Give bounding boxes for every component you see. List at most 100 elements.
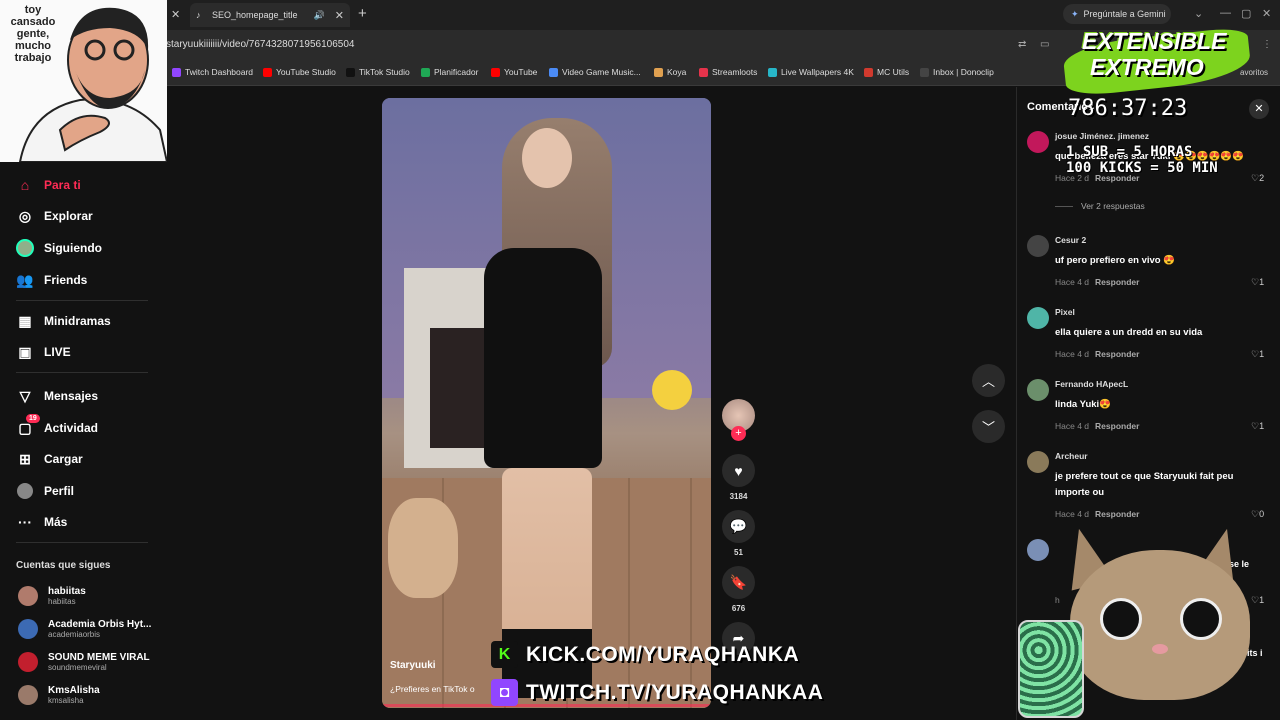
avatar[interactable] (1027, 235, 1049, 257)
nav-friends[interactable]: 👥 Friends (16, 271, 87, 289)
view-replies-button[interactable]: Ver 2 respuestas (1055, 201, 1145, 211)
tiktok-icon (346, 67, 355, 77)
followed-account[interactable]: KmsAlisha kmsalisha (18, 685, 100, 705)
reply-button[interactable]: Responder (1095, 509, 1139, 519)
comment-like[interactable]: ♡2 (1251, 173, 1264, 184)
comment-like[interactable]: ♡1 (1251, 421, 1264, 432)
account-handle: academiaorbis (48, 630, 101, 639)
bookmark-twitch-dashboard[interactable]: Twitch Dashboard (172, 67, 253, 77)
nav-cargar[interactable]: ⊞ Cargar (16, 450, 83, 468)
divider (16, 542, 148, 543)
bookmark-donoclip[interactable]: Inbox | Donoclip (920, 67, 994, 77)
inbox-icon (920, 67, 929, 77)
follow-plus-icon[interactable]: + (731, 426, 746, 441)
reply-button[interactable]: Responder (1095, 421, 1139, 431)
activity-badge: 19 (26, 414, 40, 423)
nav-label: Cargar (44, 452, 83, 466)
url-field[interactable]: staryuukiiiiiii/video/767432807195610650… (166, 39, 354, 50)
comment-user[interactable]: Pixel (1055, 307, 1075, 317)
reply-button[interactable]: Responder (1095, 349, 1139, 359)
gemini-button[interactable]: ✦ Pregúntale a Gemini (1063, 4, 1171, 24)
bookmark-koya[interactable]: Koya (654, 67, 686, 77)
comment-user[interactable]: Fernando HApecL (1055, 379, 1128, 389)
nav-perfil[interactable]: Perfil (16, 482, 74, 500)
close-window-icon[interactable]: ✕ (1262, 7, 1271, 20)
account-handle: habiitas (48, 597, 76, 606)
new-tab-icon[interactable]: + (358, 5, 367, 22)
nav-para-ti[interactable]: ⌂ Para ti (16, 176, 81, 194)
bookmark-label: Inbox | Donoclip (933, 67, 994, 77)
avatar[interactable] (1027, 451, 1049, 473)
cat-eye (1180, 598, 1222, 640)
nav-label: LIVE (44, 345, 71, 359)
avatar[interactable] (1027, 379, 1049, 401)
account-name: Academia Orbis Hyt... (48, 619, 152, 630)
translate-icon[interactable]: ⇄ (1018, 39, 1026, 50)
nav-label: Perfil (44, 484, 75, 498)
followed-account[interactable]: habiitas habiitas (18, 586, 86, 606)
drink-cup (1018, 620, 1084, 718)
bookmark-label: Koya (667, 67, 687, 77)
comment-time: Hace 4 d (1055, 349, 1090, 359)
close-tab-icon[interactable]: ✕ (335, 9, 344, 22)
active-tab[interactable]: ♪ SEO_homepage_title 🔊 ✕ (190, 3, 350, 27)
speaker-icon[interactable]: 🔊 (314, 10, 325, 21)
comment-like-count: 0 (1259, 509, 1265, 519)
video-player[interactable]: Staryuuki ¿Prefieres en TikTok o (382, 98, 711, 708)
close-comments-button[interactable]: ✕ (1249, 99, 1269, 119)
comment-like[interactable]: ♡1 (1251, 277, 1264, 288)
cast-icon[interactable]: ▭ (1040, 39, 1049, 50)
account-handle: kmsalisha (48, 696, 84, 705)
avatar (18, 685, 38, 705)
comment-user[interactable]: josue Jiménez. jimenez (1055, 131, 1149, 141)
comment-button[interactable]: 💬 (722, 510, 755, 543)
heart-icon: ♥ (734, 462, 743, 479)
next-video-button[interactable]: ﹀ (972, 410, 1005, 443)
comment-text: linda Yuki😍 (1055, 399, 1112, 410)
comment-like[interactable]: ♡0 (1251, 509, 1264, 520)
menu-dots-icon[interactable]: ⋮ (1262, 39, 1272, 50)
account-name: KmsAlisha (48, 685, 100, 696)
bookmark-streamloots[interactable]: Streamloots (699, 67, 757, 77)
comment-user[interactable]: Cesur 2 (1055, 235, 1086, 245)
reply-button[interactable]: Responder (1095, 277, 1139, 287)
calendar-icon (421, 67, 430, 77)
gemini-label: Pregúntale a Gemini (1083, 9, 1166, 19)
chevron-down-icon[interactable]: ⌄ (1194, 7, 1203, 20)
bookmark-youtube[interactable]: YouTube (491, 67, 537, 77)
nav-minidramas[interactable]: ▦ Minidramas (16, 312, 110, 330)
cat-head (1070, 550, 1250, 700)
wallpaper-icon (768, 67, 777, 77)
bookmark-video-game-music[interactable]: Video Game Music... (549, 67, 641, 77)
kick-banner: K KICK.COM/YURAQHANKA (491, 641, 799, 668)
bookmark-youtube-studio[interactable]: YouTube Studio (263, 67, 336, 77)
bookmark-tiktok-studio[interactable]: TikTok Studio (346, 67, 410, 77)
avatar[interactable] (1027, 307, 1049, 329)
home-icon: ⌂ (20, 177, 30, 193)
maximize-icon[interactable]: ▢ (1241, 7, 1251, 20)
bookmark-live-wallpapers[interactable]: Live Wallpapers 4K (768, 67, 854, 77)
nav-siguiendo[interactable]: Siguiendo (16, 239, 102, 257)
previous-video-button[interactable]: ︿ (972, 364, 1005, 397)
close-tab-icon[interactable]: ✕ (171, 8, 180, 21)
bookmark-planificador[interactable]: Planificador (421, 67, 478, 77)
profile-avatar-icon (16, 482, 34, 500)
video-author[interactable]: Staryuuki (390, 660, 436, 671)
bookmark-mc-utils[interactable]: MC Utils (864, 67, 909, 77)
comment-like[interactable]: ♡1 (1251, 349, 1264, 360)
avatar[interactable] (1027, 539, 1049, 561)
nav-explorar[interactable]: ◎ Explorar (16, 207, 93, 225)
minimize-icon[interactable]: — (1220, 7, 1231, 19)
nav-live[interactable]: ▣ LIVE (16, 343, 71, 361)
followed-account[interactable]: SOUND MEME VIRAL soundmemeviral (18, 652, 150, 672)
followed-account[interactable]: Academia Orbis Hyt... academiaorbis (18, 619, 151, 639)
comment-user[interactable]: Archeur (1055, 451, 1088, 461)
nav-mas[interactable]: ··· Más (16, 513, 67, 531)
close-icon: ✕ (1254, 103, 1264, 115)
nav-actividad[interactable]: ▢ 19 Actividad (16, 414, 98, 437)
save-button[interactable]: 🔖 (722, 566, 755, 599)
avatar[interactable] (1027, 131, 1049, 153)
like-button[interactable]: ♥ (722, 454, 755, 487)
nav-mensajes[interactable]: ▽ Mensajes (16, 387, 98, 405)
minidramas-icon: ▦ (18, 312, 32, 329)
